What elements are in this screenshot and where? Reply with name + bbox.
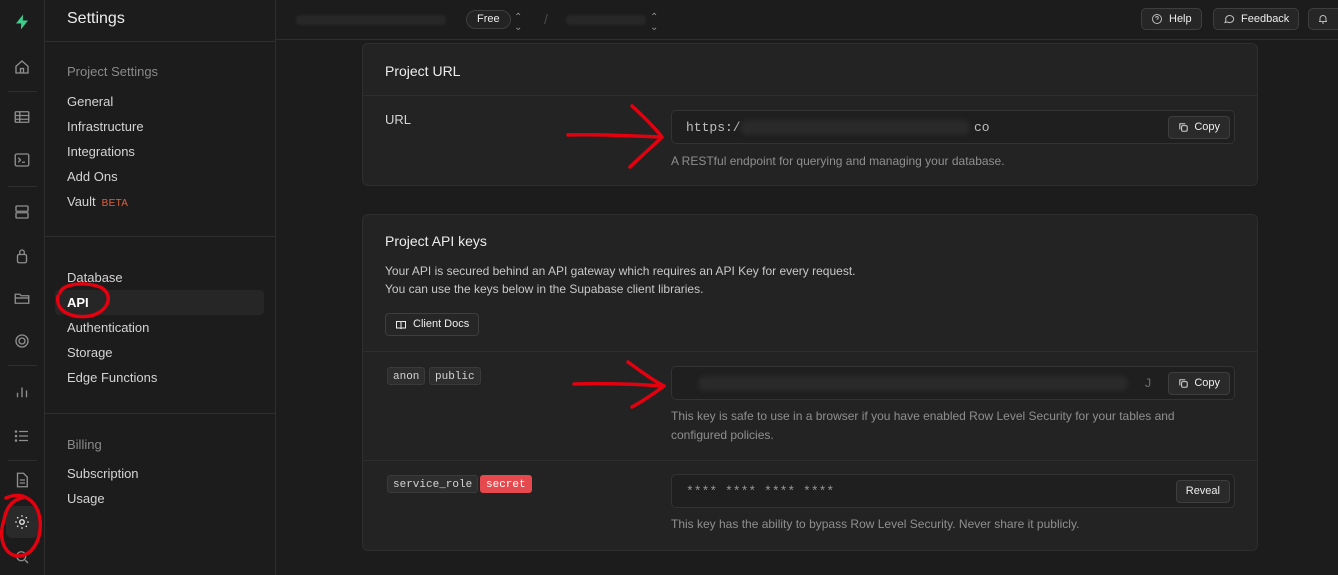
feedback-button[interactable]: Feedback xyxy=(1213,8,1300,30)
supabase-logo-icon[interactable] xyxy=(6,6,38,38)
sidebar-item-vault[interactable]: Vault BETA xyxy=(55,189,264,214)
anon-tag: anon xyxy=(387,367,426,385)
sidebar-item-edge-functions[interactable]: Edge Functions xyxy=(55,365,264,390)
copy-icon xyxy=(1179,379,1188,388)
auth-icon[interactable] xyxy=(6,240,38,272)
notifications-button[interactable] xyxy=(1308,8,1338,30)
logs-icon[interactable] xyxy=(6,420,38,452)
panel-title: Project URL xyxy=(385,63,461,79)
api-keys-panel: Project API keys Your API is secured beh… xyxy=(362,214,1258,551)
app-window: Settings Project Settings General Infras… xyxy=(0,0,1338,575)
api-keys-description-1: Your API is secured behind an API gatewa… xyxy=(385,264,856,278)
api-keys-description-2: You can use the keys below in the Supaba… xyxy=(385,282,704,296)
anon-key-field[interactable]: J Copy xyxy=(671,366,1235,400)
sidebar-item-add-ons[interactable]: Add Ons xyxy=(55,164,264,189)
service-role-key-field[interactable]: **** **** **** **** Reveal xyxy=(671,474,1235,508)
service-key-hint: This key has the ability to bypass Row L… xyxy=(671,517,1080,531)
chevron-up-down-icon[interactable]: ⌃ ⌄ xyxy=(650,13,658,33)
org-name-redacted[interactable] xyxy=(296,15,446,25)
help-icon xyxy=(1152,14,1162,24)
panel-title: Project API keys xyxy=(385,233,487,249)
copy-anon-key-button[interactable]: Copy xyxy=(1168,372,1230,395)
realtime-icon[interactable] xyxy=(6,325,38,357)
url-label: URL xyxy=(385,112,412,127)
anon-key-hint: This key is safe to use in a browser if … xyxy=(671,409,1175,442)
breadcrumb-separator: / xyxy=(544,11,548,27)
sidebar-item-subscription[interactable]: Subscription xyxy=(55,461,264,486)
docs-icon[interactable] xyxy=(6,464,38,496)
public-tag: public xyxy=(429,367,481,385)
url-value-start: https:/ xyxy=(686,120,741,135)
reports-icon[interactable] xyxy=(6,376,38,408)
settings-sidebar: Settings Project Settings General Infras… xyxy=(45,0,276,575)
sidebar-title: Settings xyxy=(45,0,275,42)
beta-badge: BETA xyxy=(101,198,129,209)
message-icon xyxy=(1224,15,1235,24)
main-content: Project URL URL https:/ co Copy A RESTfu… xyxy=(276,41,1338,575)
project-name-redacted[interactable] xyxy=(566,15,646,25)
table-editor-icon[interactable] xyxy=(6,101,38,133)
top-bar: Free ⌃ ⌄ / ⌃ ⌄ Help Feedback xyxy=(276,0,1338,40)
bell-icon xyxy=(1319,15,1327,24)
icon-rail xyxy=(0,0,45,575)
service-key-masked: **** **** **** **** xyxy=(686,484,835,499)
url-hint: A RESTful endpoint for querying and mana… xyxy=(671,154,1005,168)
copy-icon xyxy=(1179,123,1188,132)
sidebar-item-general[interactable]: General xyxy=(55,89,264,114)
secret-tag: secret xyxy=(480,475,532,493)
copy-url-button[interactable]: Copy xyxy=(1168,116,1230,139)
plan-badge: Free xyxy=(466,10,511,29)
sidebar-item-authentication[interactable]: Authentication xyxy=(55,315,264,340)
sidebar-item-infrastructure[interactable]: Infrastructure xyxy=(55,114,264,139)
chevron-up-down-icon[interactable]: ⌃ ⌄ xyxy=(514,13,522,33)
nav-heading: Project Settings xyxy=(67,64,159,79)
nav-section-configuration: Database API Authentication Storage Edge… xyxy=(45,265,276,390)
home-icon[interactable] xyxy=(6,51,38,83)
settings-icon[interactable] xyxy=(6,506,38,538)
nav-section-billing: Billing Subscription Usage xyxy=(45,435,276,511)
database-icon[interactable] xyxy=(6,196,38,228)
project-url-field[interactable]: https:/ co Copy xyxy=(671,110,1235,144)
project-url-panel: Project URL URL https:/ co Copy A RESTfu… xyxy=(362,43,1258,186)
client-docs-button[interactable]: Client Docs xyxy=(385,313,480,336)
url-redacted xyxy=(740,120,970,135)
nav-heading: Billing xyxy=(67,437,102,452)
service-role-tag: service_role xyxy=(387,475,479,493)
sql-editor-icon[interactable] xyxy=(6,144,38,176)
help-button[interactable]: Help xyxy=(1141,8,1202,30)
reveal-button[interactable]: Reveal xyxy=(1175,480,1230,503)
sidebar-item-api[interactable]: API xyxy=(55,290,264,315)
storage-icon[interactable] xyxy=(6,282,38,314)
sidebar-item-storage[interactable]: Storage xyxy=(55,340,264,365)
nav-section-project-settings: Project Settings General Infrastructure … xyxy=(45,62,276,214)
anon-key-redacted xyxy=(698,376,1128,391)
sidebar-item-database[interactable]: Database xyxy=(55,265,264,290)
sidebar-item-integrations[interactable]: Integrations xyxy=(55,139,264,164)
book-icon xyxy=(396,320,406,329)
anon-key-value-end: J xyxy=(1144,376,1152,391)
url-value-end: co xyxy=(974,120,990,135)
sidebar-item-usage[interactable]: Usage xyxy=(55,486,264,511)
search-icon[interactable] xyxy=(6,541,38,573)
